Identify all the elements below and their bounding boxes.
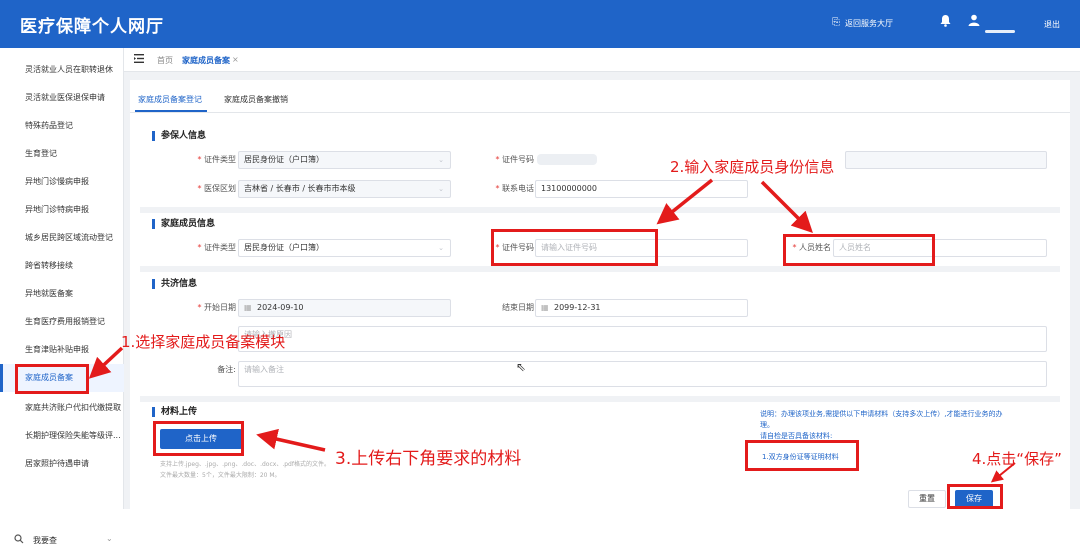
arrow-step4: [990, 462, 1016, 483]
arrow-step3: [256, 428, 326, 452]
search-label: 我要查: [33, 536, 57, 545]
arrow-step2-left: [656, 178, 714, 225]
annotation-arrows: [88, 178, 1016, 483]
chevron-down-icon: ⌄: [106, 534, 113, 543]
sidebar-search-item[interactable]: 我要查 ⌄: [0, 530, 124, 554]
arrow-step2-right: [760, 180, 813, 233]
search-icon: [14, 534, 24, 546]
arrow-step1: [88, 346, 124, 379]
